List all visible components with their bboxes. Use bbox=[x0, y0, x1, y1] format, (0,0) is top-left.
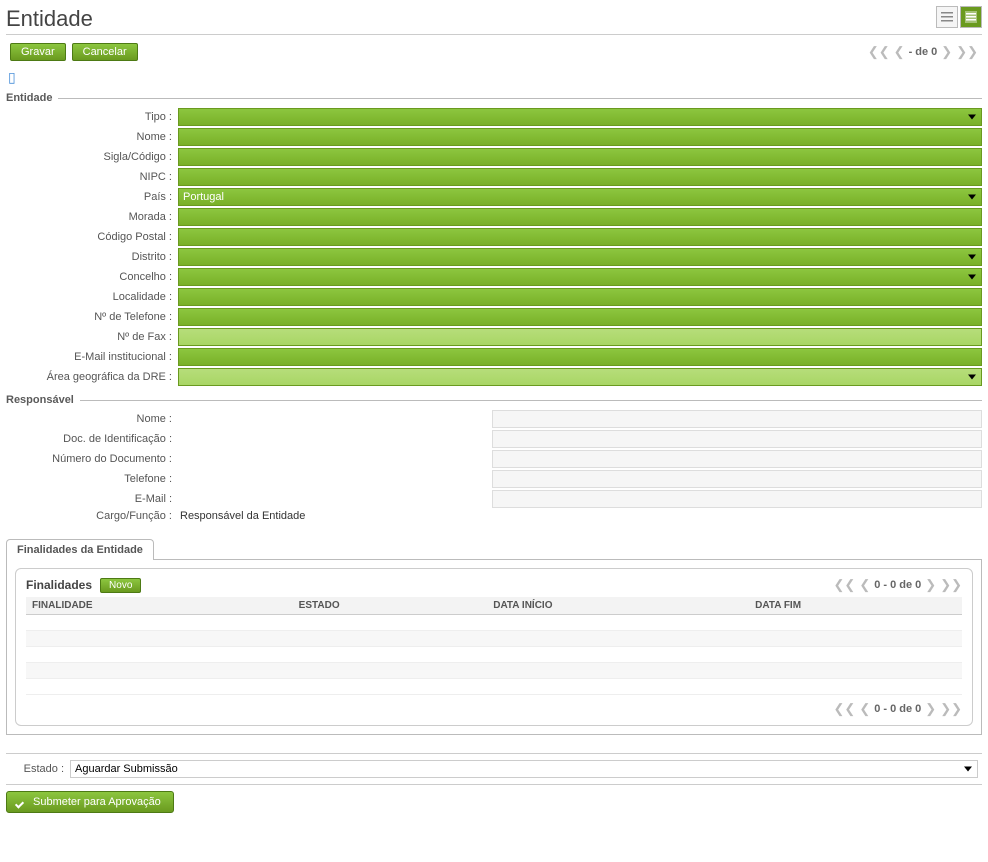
form-view-button[interactable] bbox=[960, 6, 982, 28]
morada-input[interactable] bbox=[178, 208, 982, 226]
top-pager: ❮❮ ❮ - de 0 ❯ ❯❯ bbox=[868, 44, 978, 60]
concelho-label: Concelho : bbox=[6, 271, 178, 283]
entidade-fieldset: Entidade Tipo : Nome : Sigla/Código : NI… bbox=[6, 92, 982, 388]
table-row bbox=[26, 631, 962, 647]
resp-email-readonly bbox=[492, 490, 982, 508]
localidade-label: Localidade : bbox=[6, 291, 178, 303]
check-icon bbox=[15, 796, 27, 808]
pager-last-icon[interactable]: ❯❯ bbox=[940, 701, 962, 717]
panel-pager-text-bottom: 0 - 0 de 0 bbox=[874, 703, 921, 715]
resp-nome-label: Nome : bbox=[6, 413, 178, 425]
cancel-button[interactable]: Cancelar bbox=[72, 43, 138, 61]
estado-label: Estado : bbox=[10, 763, 70, 775]
table-row bbox=[26, 663, 962, 679]
localidade-input[interactable] bbox=[178, 288, 982, 306]
nome-label: Nome : bbox=[6, 131, 178, 143]
area-dre-select[interactable] bbox=[178, 368, 982, 386]
resp-cargo-value: Responsável da Entidade bbox=[178, 510, 982, 522]
view-toggle-group bbox=[936, 6, 982, 28]
panel-pager-text: 0 - 0 de 0 bbox=[874, 579, 921, 591]
telefone-input[interactable] bbox=[178, 308, 982, 326]
pager-next-icon[interactable]: ❯ bbox=[925, 577, 936, 593]
fax-label: Nº de Fax : bbox=[6, 331, 178, 343]
nome-input[interactable] bbox=[178, 128, 982, 146]
pager-first-icon[interactable]: ❮❮ bbox=[868, 44, 890, 60]
estado-select[interactable] bbox=[70, 760, 978, 778]
list-icon bbox=[940, 10, 954, 24]
distrito-label: Distrito : bbox=[6, 251, 178, 263]
concelho-select[interactable] bbox=[178, 268, 982, 286]
list-view-button[interactable] bbox=[936, 6, 958, 28]
table-row bbox=[26, 647, 962, 663]
tipo-label: Tipo : bbox=[6, 111, 178, 123]
form-icon bbox=[964, 10, 978, 24]
codigo-postal-label: Código Postal : bbox=[6, 231, 178, 243]
table-row bbox=[26, 615, 962, 631]
pager-prev-icon[interactable]: ❮ bbox=[859, 701, 870, 717]
resp-telefone-readonly bbox=[492, 470, 982, 488]
area-dre-label: Área geográfica da DRE : bbox=[6, 371, 178, 383]
resp-telefone-label: Telefone : bbox=[6, 473, 178, 485]
pager-last-icon[interactable]: ❯❯ bbox=[940, 577, 962, 593]
codigo-postal-input[interactable] bbox=[178, 228, 982, 246]
finalidades-table: FINALIDADE ESTADO DATA INÍCIO DATA FIM bbox=[26, 597, 962, 695]
tab-bar: Finalidades da Entidade bbox=[6, 538, 982, 560]
pager-next-icon[interactable]: ❯ bbox=[925, 701, 936, 717]
novo-button[interactable]: Novo bbox=[100, 578, 141, 593]
resp-nome-readonly bbox=[492, 410, 982, 428]
submit-label: Submeter para Aprovação bbox=[33, 796, 161, 808]
page-title: Entidade bbox=[6, 6, 93, 32]
fax-input[interactable] bbox=[178, 328, 982, 346]
resp-numdoc-label: Número do Documento : bbox=[6, 453, 178, 465]
col-data-fim[interactable]: DATA FIM bbox=[749, 597, 962, 615]
finalidades-panel: Finalidades Novo ❮❮ ❮ 0 - 0 de 0 ❯ ❯❯ FI… bbox=[6, 560, 982, 735]
pais-select[interactable] bbox=[178, 188, 982, 206]
col-finalidade[interactable]: FINALIDADE bbox=[26, 597, 293, 615]
resp-email-label: E-Mail : bbox=[6, 493, 178, 505]
pager-first-icon[interactable]: ❮❮ bbox=[834, 577, 856, 593]
resp-doc-label: Doc. de Identificação : bbox=[6, 433, 178, 445]
resp-cargo-label: Cargo/Função : bbox=[6, 510, 178, 522]
responsavel-legend: Responsável bbox=[6, 394, 80, 406]
telefone-label: Nº de Telefone : bbox=[6, 311, 178, 323]
entidade-legend: Entidade bbox=[6, 92, 58, 104]
table-row bbox=[26, 679, 962, 695]
panel-pager-top: ❮❮ ❮ 0 - 0 de 0 ❯ ❯❯ bbox=[834, 577, 962, 593]
morada-label: Morada : bbox=[6, 211, 178, 223]
pager-first-icon[interactable]: ❮❮ bbox=[834, 701, 856, 717]
pager-last-icon[interactable]: ❯❯ bbox=[956, 44, 978, 60]
nipc-label: NIPC : bbox=[6, 171, 178, 183]
panel-pager-bottom: ❮❮ ❮ 0 - 0 de 0 ❯ ❯❯ bbox=[26, 701, 962, 717]
col-data-inicio[interactable]: DATA INÍCIO bbox=[487, 597, 749, 615]
tipo-select[interactable] bbox=[178, 108, 982, 126]
responsavel-fieldset: Responsável Nome : Doc. de Identificação… bbox=[6, 394, 982, 524]
email-inst-input[interactable] bbox=[178, 348, 982, 366]
submit-approval-button[interactable]: Submeter para Aprovação bbox=[6, 791, 174, 813]
pager-prev-icon[interactable]: ❮ bbox=[894, 44, 905, 60]
save-button[interactable]: Gravar bbox=[10, 43, 66, 61]
distrito-select[interactable] bbox=[178, 248, 982, 266]
record-marker-icon: ▯ bbox=[6, 65, 982, 86]
email-inst-label: E-Mail institucional : bbox=[6, 351, 178, 363]
pager-prev-icon[interactable]: ❮ bbox=[859, 577, 870, 593]
tab-finalidades[interactable]: Finalidades da Entidade bbox=[6, 539, 154, 560]
resp-numdoc-readonly bbox=[492, 450, 982, 468]
pais-label: País : bbox=[6, 191, 178, 203]
col-estado[interactable]: ESTADO bbox=[293, 597, 488, 615]
resp-doc-readonly bbox=[492, 430, 982, 448]
sigla-label: Sigla/Código : bbox=[6, 151, 178, 163]
pager-text: - de 0 bbox=[909, 46, 938, 58]
sigla-input[interactable] bbox=[178, 148, 982, 166]
nipc-input[interactable] bbox=[178, 168, 982, 186]
finalidades-title: Finalidades bbox=[26, 578, 92, 592]
pager-next-icon[interactable]: ❯ bbox=[941, 44, 952, 60]
